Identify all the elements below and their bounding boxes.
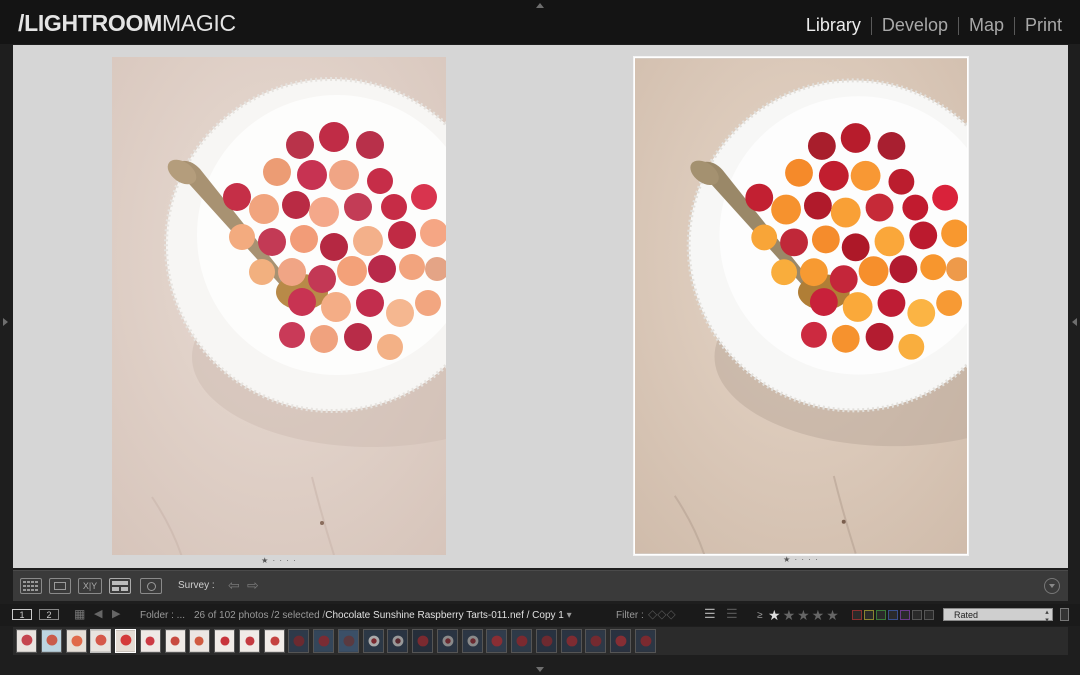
filmstrip-thumb[interactable] (462, 629, 483, 653)
filter-preset-select[interactable]: Rated (943, 608, 1053, 624)
sliders-icon[interactable]: ☰ (704, 606, 716, 622)
rating-op[interactable]: ≥ (757, 610, 763, 621)
photo-raspberries-muted (112, 57, 446, 555)
source-info[interactable]: 26 of 102 photos /2 selected /Chocolate … (194, 610, 572, 621)
filmstrip-thumb[interactable] (511, 629, 532, 653)
filmstrip-thumb[interactable] (264, 629, 285, 653)
rating-dots-left[interactable]: ★ · · · · (112, 556, 446, 566)
photo-raspberries-vivid (635, 58, 967, 554)
no-label-icon[interactable] (912, 610, 922, 620)
filmstrip-thumb[interactable] (585, 629, 606, 653)
filmstrip-thumb[interactable] (536, 629, 557, 653)
people-view-icon[interactable] (140, 578, 162, 594)
filmstrip-header: 1 2 ▦ ◀ ▶ Folder : ... 26 of 102 photos … (0, 604, 1080, 626)
filmstrip-thumb[interactable] (412, 629, 433, 653)
survey-photo-left[interactable]: ★ · · · · (112, 57, 446, 565)
module-map[interactable]: Map (959, 15, 1014, 36)
other-label-icon[interactable] (924, 610, 934, 620)
top-panel-toggle-icon[interactable] (536, 3, 544, 8)
top-bar: /LIGHTROOMMAGIC Library Develop Map Prin… (0, 0, 1080, 44)
right-panel-toggle-icon[interactable] (1072, 318, 1077, 326)
module-picker: Library Develop Map Print (796, 15, 1062, 36)
filmstrip-thumb[interactable] (288, 629, 309, 653)
flag-filter-icons[interactable]: ◇◇◇ (648, 607, 676, 621)
survey-view: ★ · · · · ★ · · · · (13, 45, 1068, 568)
green-label-icon[interactable] (876, 610, 886, 620)
survey-label: Survey : (178, 580, 215, 591)
left-panel-toggle-icon[interactable] (3, 318, 8, 326)
folder-label[interactable]: Folder : ... (140, 610, 185, 621)
arrow-right-icon[interactable]: ⇨ (247, 577, 259, 594)
filmstrip-thumb[interactable] (610, 629, 631, 653)
display-2-button[interactable]: 2 (39, 609, 59, 620)
filmstrip-thumb[interactable] (66, 629, 87, 653)
red-label-icon[interactable] (852, 610, 862, 620)
logo-bold-text: /LIGHTROOM (18, 10, 162, 36)
photo-count-text: 26 of 102 photos /2 selected / (194, 610, 326, 621)
filmstrip-thumb[interactable] (437, 629, 458, 653)
logo-light-text: MAGIC (161, 10, 236, 36)
toolbar: X|Y Survey : ⇦ ⇨ (13, 570, 1068, 601)
filmstrip-thumb[interactable] (16, 629, 37, 653)
arrow-left-icon[interactable]: ⇦ (228, 577, 240, 594)
survey-view-icon[interactable] (109, 578, 131, 594)
filmstrip (13, 627, 1068, 655)
filmstrip-thumb[interactable] (239, 629, 260, 653)
compare-view-icon[interactable]: X|Y (78, 578, 102, 594)
filmstrip-thumb[interactable] (561, 629, 582, 653)
filmstrip-thumb[interactable] (189, 629, 210, 653)
filmstrip-thumb[interactable] (338, 629, 359, 653)
filename-text: Chocolate Sunshine Raspberry Tarts-011.n… (325, 610, 564, 621)
purple-label-icon[interactable] (900, 610, 910, 620)
rating-dots-right[interactable]: ★ · · · · (635, 555, 967, 565)
grid-icon[interactable]: ▦ (74, 607, 85, 621)
filmstrip-thumb[interactable] (387, 629, 408, 653)
grid-view-icon[interactable] (20, 578, 42, 594)
survey-photo-right-selected[interactable]: ★ · · · · (634, 57, 968, 564)
filmstrip-thumb[interactable] (313, 629, 334, 653)
loupe-view-icon[interactable] (49, 578, 71, 594)
filmstrip-thumb[interactable] (90, 629, 111, 653)
blue-label-icon[interactable] (888, 610, 898, 620)
filmstrip-thumb[interactable] (41, 629, 62, 653)
bottom-panel-toggle-icon[interactable] (536, 667, 544, 672)
module-print[interactable]: Print (1015, 15, 1062, 36)
filmstrip-thumb[interactable] (115, 629, 136, 653)
filter-lock-icon[interactable] (1060, 608, 1069, 621)
color-label-filter[interactable] (852, 610, 934, 620)
toolbar-menu-icon[interactable] (1044, 578, 1060, 594)
filmstrip-thumb[interactable] (486, 629, 507, 653)
yellow-label-icon[interactable] (864, 610, 874, 620)
star-rating-filter[interactable]: ★★★★★ (768, 607, 841, 624)
filmstrip-thumb[interactable] (214, 629, 235, 653)
module-library[interactable]: Library (796, 15, 871, 36)
back-arrow-icon[interactable]: ◀ (94, 607, 102, 620)
filmstrip-thumb[interactable] (165, 629, 186, 653)
sliders-off-icon[interactable]: ☰ (726, 606, 738, 622)
app-logo: /LIGHTROOMMAGIC (18, 10, 236, 37)
filter-label: Filter : (616, 610, 644, 621)
filmstrip-thumb[interactable] (363, 629, 384, 653)
module-develop[interactable]: Develop (872, 15, 958, 36)
display-1-button[interactable]: 1 (12, 609, 32, 620)
filmstrip-thumb[interactable] (140, 629, 161, 653)
filmstrip-thumb[interactable] (635, 629, 656, 653)
forward-arrow-icon[interactable]: ▶ (112, 607, 120, 620)
